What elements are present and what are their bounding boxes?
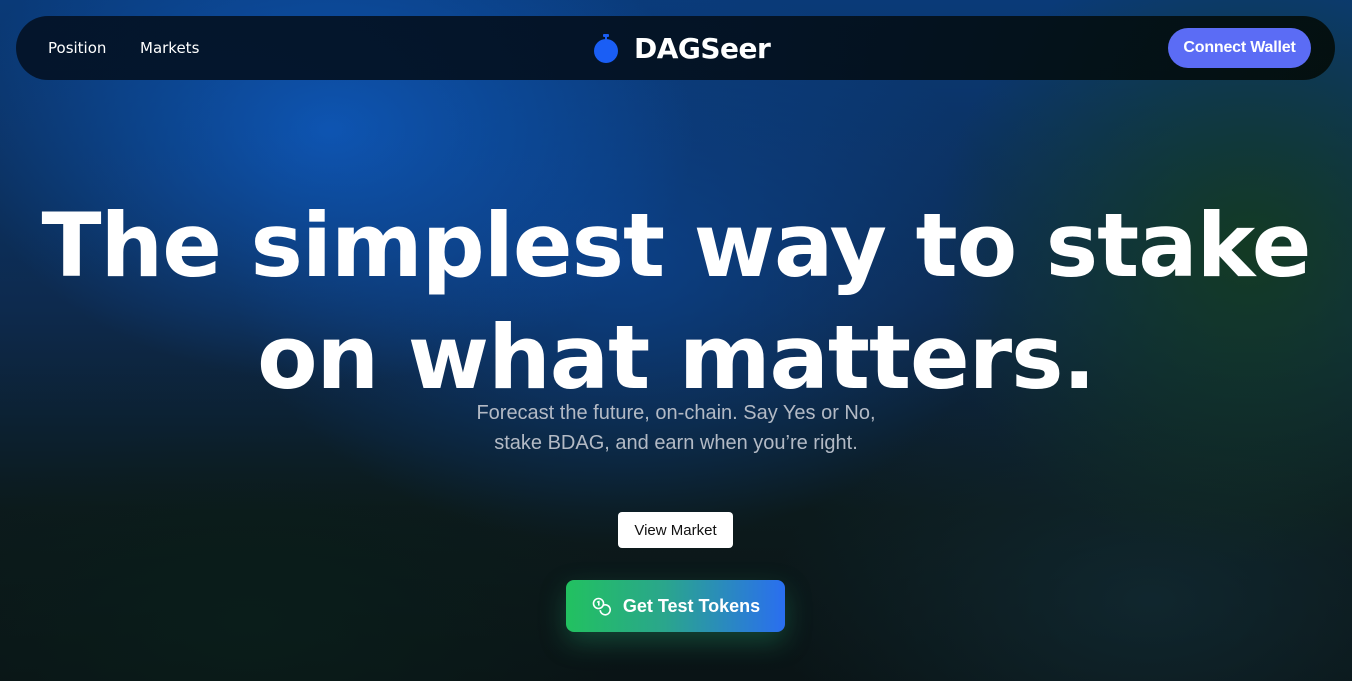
nav-link-position[interactable]: Position: [48, 16, 106, 80]
get-test-tokens-button[interactable]: Get Test Tokens: [566, 580, 785, 632]
top-navbar: Position Markets DAGSeer Connect Wallet: [16, 16, 1335, 80]
landing-page: Position Markets DAGSeer Connect Wallet …: [0, 0, 1352, 681]
subtitle-line-1: Forecast the future, on-chain. Say Yes o…: [476, 402, 876, 424]
hero-subtitle: Forecast the future, on-chain. Say Yes o…: [0, 398, 1352, 458]
brand-name: DAGSeer: [634, 31, 771, 65]
stopwatch-icon: [592, 32, 620, 64]
brand[interactable]: DAGSeer: [592, 16, 771, 80]
nav-link-markets[interactable]: Markets: [140, 16, 199, 80]
coins-icon: [591, 596, 611, 616]
get-test-tokens-label: Get Test Tokens: [622, 595, 761, 616]
headline-line-1: The simplest way to stake: [41, 194, 1312, 297]
hero-headline: The simplest way to stake on what matter…: [0, 190, 1352, 414]
subtitle-line-2: stake BDAG, and earn when you’re right.: [494, 432, 858, 454]
connect-wallet-button[interactable]: Connect Wallet: [1168, 28, 1311, 68]
view-market-button[interactable]: View Market: [618, 512, 733, 548]
